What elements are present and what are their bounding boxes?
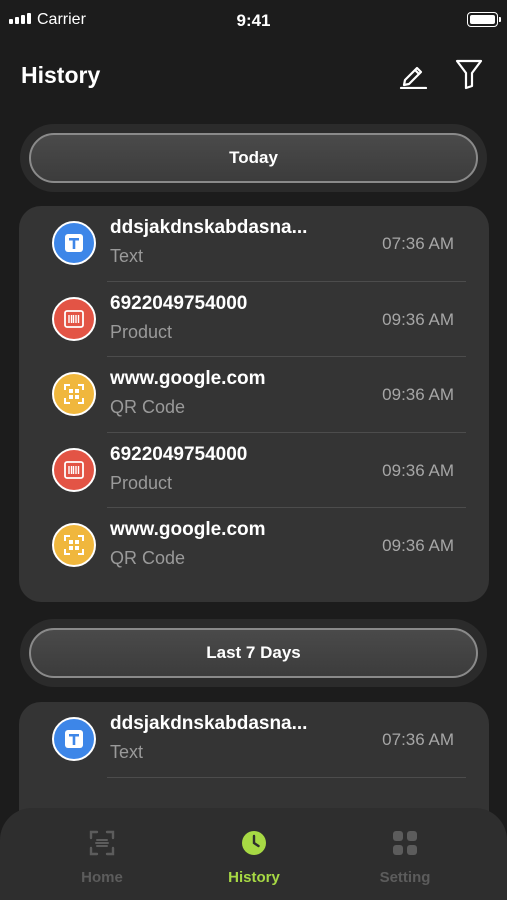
history-item[interactable]: ddsjakdnskabdasna... Text 07:36 AM xyxy=(19,206,489,282)
qr-code-icon xyxy=(52,523,96,568)
edit-button[interactable] xyxy=(396,57,430,91)
text-icon xyxy=(52,717,96,761)
item-type: Product xyxy=(110,321,173,342)
history-item[interactable]: 6922049754000 Product 09:36 AM xyxy=(19,433,489,509)
history-item[interactable]: www.google.com QR Code 09:36 AM xyxy=(19,357,489,433)
history-list-today: ddsjakdnskabdasna... Text 07:36 AM 69220… xyxy=(19,206,489,602)
clock-icon xyxy=(239,828,269,858)
item-title: 6922049754000 xyxy=(110,292,248,314)
status-bar: Carrier 9:41 xyxy=(0,0,507,40)
section-label: Today xyxy=(29,133,478,183)
grid-icon xyxy=(390,828,420,858)
tab-label: History xyxy=(228,869,280,886)
divider xyxy=(107,776,466,778)
tab-history[interactable]: History xyxy=(194,808,314,900)
history-item[interactable]: ddsjakdnskabdasna... Text 07:36 AM xyxy=(19,702,489,778)
item-title: 6922049754000 xyxy=(110,443,248,465)
item-title: ddsjakdnskabdasna... xyxy=(110,713,308,734)
tab-bar: Home History Setting xyxy=(0,808,507,900)
history-item[interactable]: 6922049754000 Product 09:36 AM xyxy=(19,282,489,358)
pencil-icon xyxy=(399,66,428,89)
item-title: www.google.com xyxy=(110,519,266,541)
filter-button[interactable] xyxy=(452,57,486,91)
section-header-last-7-days[interactable]: Last 7 Days xyxy=(20,619,487,687)
barcode-icon xyxy=(52,447,96,492)
item-title: www.google.com xyxy=(110,368,266,390)
battery-icon xyxy=(467,12,501,27)
item-type: Text xyxy=(110,742,144,762)
text-icon xyxy=(52,221,96,265)
scan-icon xyxy=(87,828,117,858)
filter-icon xyxy=(455,59,483,90)
item-time: 07:36 AM xyxy=(382,234,454,253)
item-type: Product xyxy=(110,472,173,493)
tab-setting[interactable]: Setting xyxy=(345,808,465,900)
tab-label: Setting xyxy=(379,869,431,886)
item-time: 09:36 AM xyxy=(382,536,454,556)
qr-code-icon xyxy=(52,372,96,417)
page-title: History xyxy=(21,62,101,88)
section-label: Last 7 Days xyxy=(29,628,478,678)
item-time: 09:36 AM xyxy=(382,385,454,405)
tab-label: Home xyxy=(81,869,123,886)
status-time: 9:41 xyxy=(236,11,271,30)
item-type: QR Code xyxy=(110,548,186,569)
tab-home[interactable]: Home xyxy=(42,808,162,900)
item-title: ddsjakdnskabdasna... xyxy=(110,217,308,238)
item-time: 07:36 AM xyxy=(382,730,454,749)
history-item[interactable]: www.google.com QR Code 09:36 AM xyxy=(19,508,489,584)
item-time: 09:36 AM xyxy=(382,460,454,480)
barcode-icon xyxy=(52,296,96,341)
item-type: Text xyxy=(110,246,144,266)
item-time: 09:36 AM xyxy=(382,309,454,329)
item-type: QR Code xyxy=(110,397,186,418)
section-header-today[interactable]: Today xyxy=(20,124,487,192)
